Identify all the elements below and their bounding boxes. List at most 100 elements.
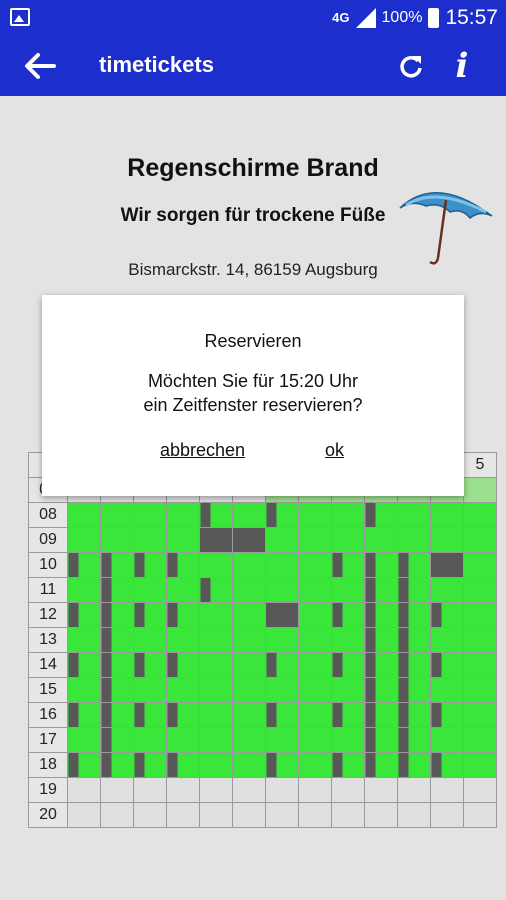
slot[interactable] [232, 652, 266, 678]
slot[interactable] [199, 577, 233, 603]
slot[interactable] [265, 727, 299, 753]
slot[interactable] [397, 752, 431, 778]
slot[interactable] [166, 527, 200, 553]
slot[interactable] [463, 577, 497, 603]
slot[interactable] [199, 652, 233, 678]
slot[interactable] [364, 727, 398, 753]
slot[interactable] [397, 602, 431, 628]
slot[interactable] [232, 677, 266, 703]
slot[interactable] [133, 652, 167, 678]
slot[interactable] [133, 527, 167, 553]
slot[interactable] [100, 527, 134, 553]
slot[interactable] [364, 752, 398, 778]
slot[interactable] [298, 527, 332, 553]
slot[interactable] [265, 527, 299, 553]
slot[interactable] [100, 502, 134, 528]
slot[interactable] [364, 677, 398, 703]
slot[interactable] [133, 502, 167, 528]
slot[interactable] [199, 702, 233, 728]
slot[interactable] [430, 502, 464, 528]
slot[interactable] [463, 502, 497, 528]
slot[interactable] [298, 627, 332, 653]
slot[interactable] [430, 727, 464, 753]
slot[interactable] [364, 527, 398, 553]
slot[interactable] [331, 527, 365, 553]
back-arrow-icon[interactable] [22, 48, 58, 84]
slot[interactable] [265, 502, 299, 528]
slot[interactable] [67, 602, 101, 628]
slot[interactable] [166, 602, 200, 628]
slot[interactable] [67, 652, 101, 678]
slot[interactable] [67, 627, 101, 653]
slot[interactable] [463, 477, 497, 503]
slot[interactable] [364, 502, 398, 528]
slot[interactable] [265, 702, 299, 728]
slot[interactable] [265, 652, 299, 678]
slot[interactable] [298, 552, 332, 578]
slot[interactable] [199, 552, 233, 578]
slot[interactable] [133, 552, 167, 578]
slot[interactable] [67, 552, 101, 578]
slot[interactable] [463, 702, 497, 728]
slot[interactable] [397, 727, 431, 753]
slot[interactable] [199, 502, 233, 528]
slot[interactable] [265, 752, 299, 778]
cancel-button[interactable]: abbrechen [160, 440, 245, 461]
slot[interactable] [331, 602, 365, 628]
info-icon[interactable]: i [446, 44, 478, 88]
slot[interactable] [166, 502, 200, 528]
slot[interactable] [430, 627, 464, 653]
slot[interactable] [463, 627, 497, 653]
slot[interactable] [100, 602, 134, 628]
slot[interactable] [166, 702, 200, 728]
slot[interactable] [298, 502, 332, 528]
slot[interactable] [232, 752, 266, 778]
slot[interactable] [364, 577, 398, 603]
ok-button[interactable]: ok [325, 440, 344, 461]
slot[interactable] [133, 702, 167, 728]
slot[interactable] [265, 627, 299, 653]
slot[interactable] [463, 552, 497, 578]
slot[interactable] [397, 627, 431, 653]
slot[interactable] [265, 677, 299, 703]
slot[interactable] [265, 577, 299, 603]
slot[interactable] [100, 652, 134, 678]
slot[interactable] [166, 552, 200, 578]
slot[interactable] [100, 702, 134, 728]
slot[interactable] [298, 702, 332, 728]
slot[interactable] [463, 677, 497, 703]
refresh-icon[interactable] [397, 52, 425, 80]
slot[interactable] [166, 752, 200, 778]
slot[interactable] [364, 602, 398, 628]
slot[interactable] [463, 652, 497, 678]
slot[interactable] [100, 752, 134, 778]
slot[interactable] [100, 577, 134, 603]
slot[interactable] [364, 552, 398, 578]
slot[interactable] [298, 602, 332, 628]
slot[interactable] [397, 502, 431, 528]
slot[interactable] [430, 527, 464, 553]
slot[interactable] [397, 652, 431, 678]
slot[interactable] [430, 677, 464, 703]
slot[interactable] [331, 552, 365, 578]
slot[interactable] [364, 702, 398, 728]
slot[interactable] [397, 552, 431, 578]
slot[interactable] [331, 702, 365, 728]
slot[interactable] [166, 727, 200, 753]
slot[interactable] [100, 627, 134, 653]
slot[interactable] [430, 702, 464, 728]
slot[interactable] [298, 752, 332, 778]
slot[interactable] [331, 652, 365, 678]
slot[interactable] [331, 727, 365, 753]
slot[interactable] [463, 602, 497, 628]
slot[interactable] [133, 627, 167, 653]
slot[interactable] [67, 727, 101, 753]
slot[interactable] [100, 727, 134, 753]
slot[interactable] [430, 752, 464, 778]
slot[interactable] [133, 727, 167, 753]
slot[interactable] [166, 652, 200, 678]
slot[interactable] [430, 602, 464, 628]
slot[interactable] [67, 577, 101, 603]
slot[interactable] [133, 602, 167, 628]
slot[interactable] [166, 627, 200, 653]
